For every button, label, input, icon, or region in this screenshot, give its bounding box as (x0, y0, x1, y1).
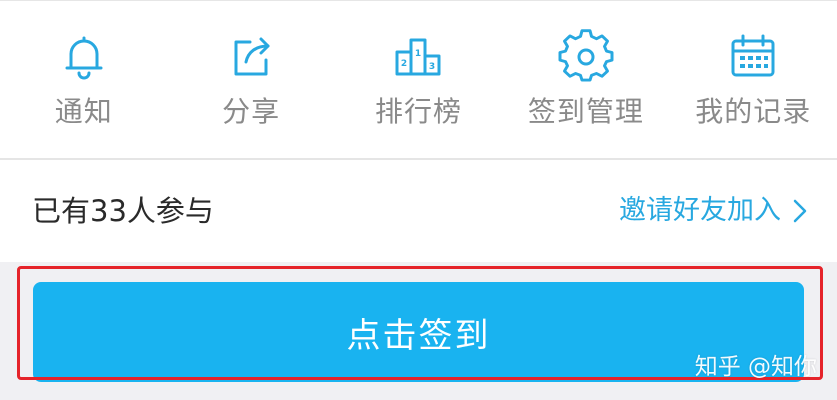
share-icon (224, 30, 278, 84)
share-button[interactable]: 分享 (167, 0, 334, 158)
notify-label: 通知 (54, 95, 113, 128)
invite-friends-link[interactable]: 邀请好友加入 (619, 192, 807, 230)
invite-friends-label: 邀请好友加入 (619, 195, 781, 226)
my-records-label: 我的记录 (695, 95, 812, 128)
bell-icon (57, 30, 111, 84)
checkin-panel: 通知 分享 2 1 3 排行榜 签到管理 我的记录 已有33人参与 邀请好友加入… (0, 0, 837, 400)
leaderboard-button[interactable]: 2 1 3 排行榜 (335, 0, 502, 158)
participants-count: 已有33人参与 (32, 194, 214, 228)
svg-text:2: 2 (401, 59, 407, 69)
leaderboard-label: 排行榜 (374, 95, 462, 128)
svg-text:1: 1 (415, 49, 421, 59)
podium-icon: 2 1 3 (391, 30, 445, 84)
calendar-icon (726, 30, 780, 84)
share-label: 分享 (222, 95, 281, 128)
checkin-manage-button[interactable]: 签到管理 (502, 0, 669, 158)
action-toolbar: 通知 分享 2 1 3 排行榜 签到管理 我的记录 (0, 0, 837, 158)
chevron-right-icon (793, 199, 807, 223)
participants-row: 已有33人参与 邀请好友加入 (0, 160, 837, 262)
gear-icon (558, 29, 614, 84)
watermark: 知乎 @知你 (694, 354, 817, 380)
my-records-button[interactable]: 我的记录 (670, 0, 837, 158)
notify-button[interactable]: 通知 (0, 0, 167, 158)
checkin-manage-label: 签到管理 (527, 95, 644, 128)
svg-text:3: 3 (429, 62, 435, 72)
